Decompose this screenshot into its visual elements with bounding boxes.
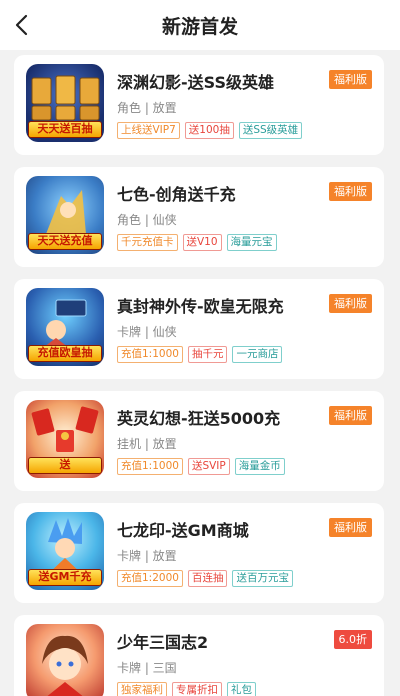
tag: 礼包 xyxy=(227,682,256,696)
game-card[interactable]: 充值欧皇抽 真封神外传-欧皇无限充 卡牌 | 仙侠 充值1:1000 抽千元 一… xyxy=(14,279,384,379)
game-icon-image: 充值欧皇抽 xyxy=(26,288,104,366)
tag: 一元商店 xyxy=(232,346,283,363)
app-header: 新游首发 xyxy=(0,0,400,50)
version-badge: 福利版 xyxy=(329,294,372,313)
tag: 充值1:1000 xyxy=(117,458,183,475)
tag: 送百万元宝 xyxy=(232,570,293,587)
tag: 上线送VIP7 xyxy=(117,122,180,139)
tag: 送100抽 xyxy=(184,122,234,139)
tag: 海量元宝 xyxy=(226,234,277,251)
game-name: 英灵幻想-狂送5000充 xyxy=(117,409,281,428)
game-category: 角色 | 仙侠 xyxy=(117,213,177,227)
game-icon-image xyxy=(26,624,104,696)
tag: 海量金币 xyxy=(234,458,285,475)
game-icon-image: 天天送百抽 xyxy=(26,64,104,142)
version-badge: 福利版 xyxy=(329,406,372,425)
tag: 充值1:1000 xyxy=(117,346,183,363)
icon-banner-text: 天天送百抽 xyxy=(28,121,102,138)
game-card[interactable]: 送GM千充 七龙印-送GM商城 卡牌 | 放置 充值1:2000 百连抽 送百万… xyxy=(14,503,384,603)
version-badge: 福利版 xyxy=(329,70,372,89)
page-title: 新游首发 xyxy=(161,16,238,38)
game-category: 卡牌 | 放置 xyxy=(117,549,177,563)
version-badge: 福利版 xyxy=(329,182,372,201)
game-category: 角色 | 放置 xyxy=(117,101,177,115)
game-icon-image: 送GM千充 xyxy=(26,512,104,590)
game-card[interactable]: 送 英灵幻想-狂送5000充 挂机 | 放置 充值1:1000 送SVIP 海量… xyxy=(14,391,384,491)
game-icon-image: 送 xyxy=(26,400,104,478)
game-tags: 充值1:2000 百连抽 送百万元宝 xyxy=(117,570,293,587)
game-category: 卡牌 | 三国 xyxy=(117,661,177,675)
tag: 抽千元 xyxy=(187,346,228,363)
game-card[interactable]: 少年三国志2 卡牌 | 三国 独家福利 专属折扣 礼包 6.0折 xyxy=(14,615,384,696)
game-name: 深渊幻影-送SS级英雄 xyxy=(117,73,274,92)
icon-banner-text: 充值欧皇抽 xyxy=(28,345,102,362)
icon-banner-text: 送 xyxy=(28,457,102,474)
game-category: 挂机 | 放置 xyxy=(117,437,177,451)
tag: 送SVIP xyxy=(187,458,230,475)
game-name: 少年三国志2 xyxy=(117,633,209,652)
game-tags: 充值1:1000 抽千元 一元商店 xyxy=(117,346,283,363)
game-category: 卡牌 | 仙侠 xyxy=(117,325,177,339)
tag: 百连抽 xyxy=(187,570,228,587)
tag: 独家福利 xyxy=(117,682,167,696)
tag: 千元充值卡 xyxy=(117,234,178,251)
game-name: 真封神外传-欧皇无限充 xyxy=(117,297,284,316)
version-badge: 福利版 xyxy=(329,518,372,537)
game-tags: 充值1:1000 送SVIP 海量金币 xyxy=(117,458,285,475)
game-icon-image: 天天送充值 xyxy=(26,176,104,254)
tag: 专属折扣 xyxy=(172,682,222,696)
game-name: 七色-创角送千充 xyxy=(117,185,236,204)
game-tags: 上线送VIP7 送100抽 送SS级英雄 xyxy=(117,122,303,139)
icon-banner-text: 送GM千充 xyxy=(28,569,102,586)
character-graphic xyxy=(42,635,88,696)
tag: 充值1:2000 xyxy=(117,570,183,587)
tag: 送V10 xyxy=(182,234,222,251)
game-card[interactable]: 天天送百抽 深渊幻影-送SS级英雄 角色 | 放置 上线送VIP7 送100抽 … xyxy=(14,55,384,155)
tag: 送SS级英雄 xyxy=(238,122,303,139)
game-tags: 千元充值卡 送V10 海量元宝 xyxy=(117,234,277,251)
discount-badge: 6.0折 xyxy=(333,630,372,649)
game-name: 七龙印-送GM商城 xyxy=(117,521,249,540)
game-tags: 独家福利 专属折扣 礼包 xyxy=(117,682,256,696)
icon-banner-text: 天天送充值 xyxy=(28,233,102,250)
game-card[interactable]: 天天送充值 七色-创角送千充 角色 | 仙侠 千元充值卡 送V10 海量元宝 福… xyxy=(14,167,384,267)
